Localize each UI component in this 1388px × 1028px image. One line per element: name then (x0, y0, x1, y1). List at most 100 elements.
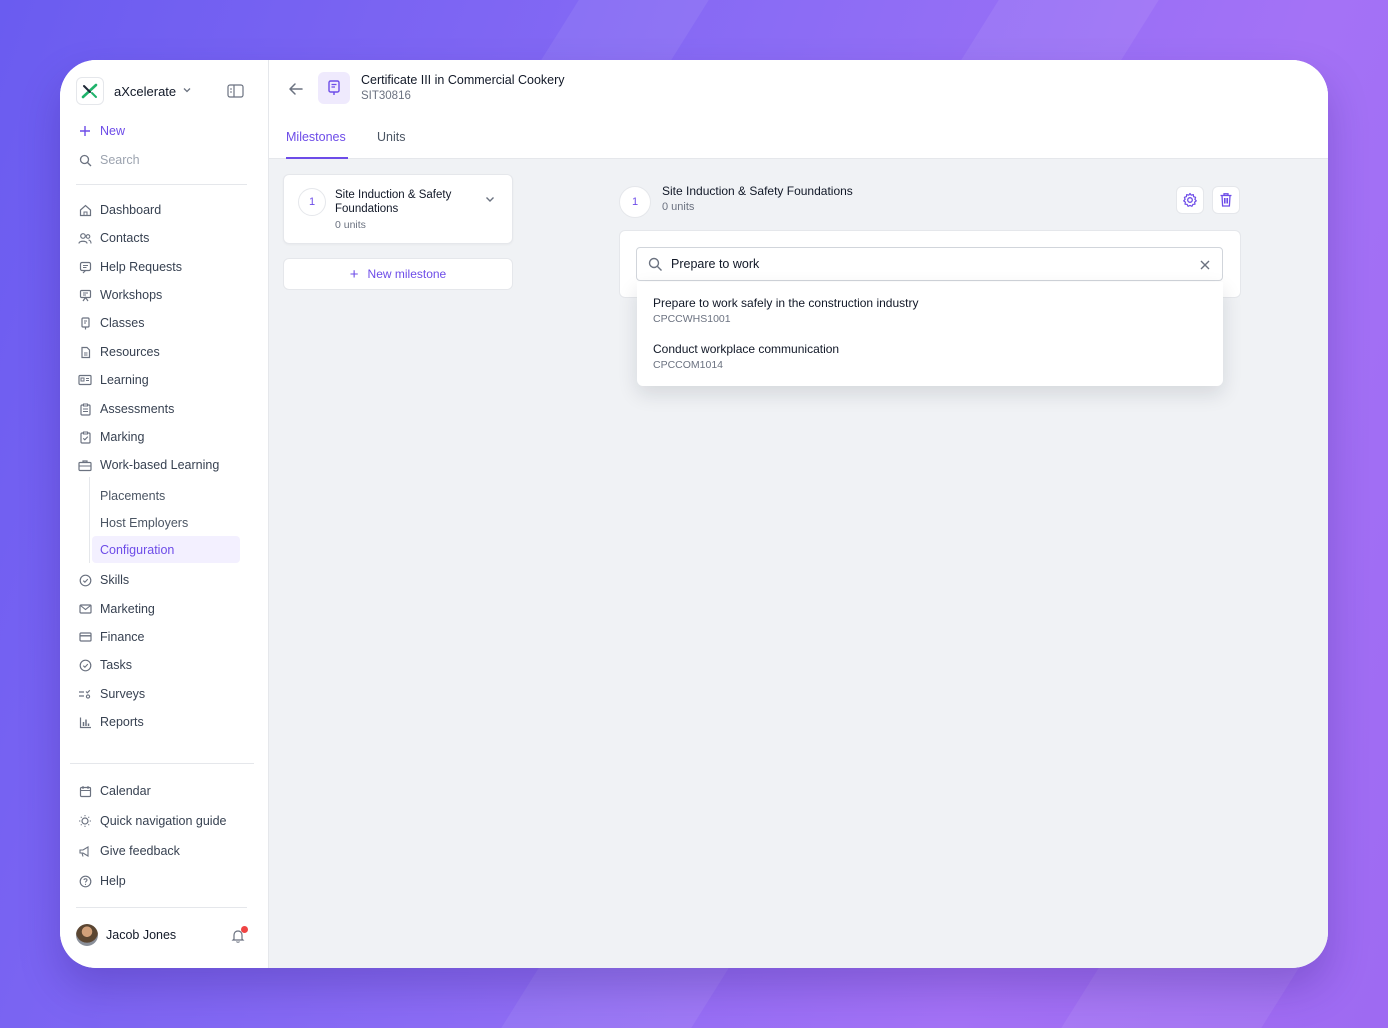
milestone-title: Site Induction & Safety Foundations (335, 189, 452, 215)
megaphone-icon (78, 844, 92, 858)
search-result-title: Conduct workplace communication (653, 342, 840, 356)
sidebar-item-label: Dashboard (100, 203, 162, 217)
learning-icon (78, 373, 92, 387)
sidebar-item-reports[interactable]: Reports (78, 712, 144, 732)
new-milestone-button[interactable]: + New milestone (283, 258, 513, 290)
sidebar-item-give-feedback[interactable]: Give feedback (78, 841, 180, 861)
tab-milestones[interactable]: Milestones (286, 130, 346, 144)
background-stripe (1061, 968, 1299, 1028)
unit-search-input[interactable] (671, 254, 1191, 274)
sidebar-subitem-configuration[interactable]: Configuration (92, 536, 240, 563)
background-stripe (541, 0, 709, 60)
app-window: aXcelerate New Search Dashboard Contacts (60, 60, 1328, 968)
divider (76, 907, 247, 908)
sidebar-subitem-host-employers[interactable]: Host Employers (100, 513, 188, 533)
check-circle-icon (78, 658, 92, 672)
back-arrow-icon[interactable] (287, 80, 305, 98)
sidebar-item-label: Contacts (100, 231, 150, 245)
search-result-item[interactable]: Conduct workplace communication CPCCOM10… (653, 342, 839, 371)
sidebar-item-label: Tasks (100, 658, 132, 672)
clipboard-icon (78, 402, 92, 416)
trash-icon (1220, 193, 1232, 207)
tab-units[interactable]: Units (377, 130, 405, 144)
divider (70, 763, 254, 764)
sidebar-item-label: Calendar (100, 784, 151, 798)
detail-milestone-units: 0 units (662, 201, 695, 213)
sidebar-item-assessments[interactable]: Assessments (78, 399, 174, 419)
workspace-name: aXcelerate (114, 83, 177, 99)
avatar (76, 924, 98, 946)
sidebar-item-finance[interactable]: Finance (78, 627, 144, 647)
search-result-item[interactable]: Prepare to work safely in the constructi… (653, 296, 918, 325)
unit-search-field[interactable] (636, 247, 1223, 281)
document-icon (78, 345, 92, 359)
sidebar-item-label: Quick navigation guide (100, 814, 227, 828)
sidebar-item-label: Marking (100, 430, 145, 444)
sidebar-item-classes[interactable]: Classes (78, 313, 144, 333)
plus-icon: + (349, 265, 359, 283)
main-content: Certificate III in Commercial Cookery SI… (269, 60, 1328, 968)
sidebar-item-label: Surveys (100, 687, 146, 701)
sidebar-item-work-based-learning[interactable]: Work-based Learning (78, 455, 219, 475)
sidebar: aXcelerate New Search Dashboard Contacts (60, 60, 269, 968)
delete-button[interactable] (1212, 186, 1240, 214)
sidebar-item-help-requests[interactable]: Help Requests (78, 257, 182, 277)
sidebar-item-label: Marketing (100, 602, 155, 616)
calendar-icon (78, 784, 92, 798)
classes-icon (78, 316, 92, 330)
sidebar-item-help[interactable]: Help (78, 871, 126, 891)
sidebar-item-learning[interactable]: Learning (78, 370, 149, 390)
sidebar-item-quick-navigation-guide[interactable]: Quick navigation guide (78, 811, 226, 831)
workspace-switcher[interactable]: aXcelerate (76, 77, 192, 105)
sidebar-item-surveys[interactable]: Surveys (78, 684, 145, 704)
sidebar-item-tasks[interactable]: Tasks (78, 655, 132, 675)
sidebar-item-workshops[interactable]: Workshops (78, 285, 162, 305)
page-title: Certificate III in Commercial Cookery (361, 73, 565, 87)
course-code: SIT30816 (361, 90, 411, 102)
sidebar-item-label: Help Requests (100, 260, 182, 274)
new-button[interactable]: New (78, 121, 125, 141)
sidebar-item-dashboard[interactable]: Dashboard (78, 200, 161, 220)
sidebar-item-label: Skills (100, 573, 130, 587)
user-menu[interactable]: Jacob Jones (76, 924, 176, 946)
sidebar-item-label: Classes (100, 316, 145, 330)
sidebar-subitem-placements[interactable]: Placements (100, 486, 165, 506)
settings-button[interactable] (1176, 186, 1204, 214)
sidebar-search[interactable]: Search (78, 150, 140, 170)
notification-dot (241, 926, 248, 933)
search-results-dropdown: Prepare to work safely in the constructi… (637, 282, 1223, 386)
chevron-down-icon[interactable] (484, 192, 496, 210)
badge-check-icon (78, 573, 92, 587)
bar-chart-icon (78, 715, 92, 729)
sidebar-collapse-icon[interactable] (227, 84, 244, 98)
question-icon (78, 874, 92, 888)
home-icon (78, 203, 92, 217)
mail-icon (78, 602, 92, 616)
marking-icon (78, 430, 92, 444)
new-milestone-label: New milestone (367, 267, 447, 281)
close-icon[interactable] (1199, 258, 1211, 276)
submenu-guide-line (89, 477, 90, 563)
sidebar-item-label: Assessments (100, 402, 175, 416)
sidebar-item-resources[interactable]: Resources (78, 342, 160, 362)
search-result-code: CPCCWHS1001 (653, 313, 731, 325)
sidebar-item-calendar[interactable]: Calendar (78, 781, 151, 801)
sidebar-item-marketing[interactable]: Marketing (78, 599, 155, 619)
sidebar-item-label: Finance (100, 630, 145, 644)
plus-icon (78, 124, 92, 138)
sidebar-item-label: Help (100, 874, 126, 888)
sidebar-item-label: Learning (100, 373, 149, 387)
milestone-number: 1 (298, 188, 326, 216)
new-label: New (100, 124, 126, 138)
help-requests-icon (78, 260, 92, 274)
sidebar-item-contacts[interactable]: Contacts (78, 228, 149, 248)
users-icon (78, 231, 92, 245)
sidebar-item-marking[interactable]: Marking (78, 427, 144, 447)
milestone-card[interactable]: 1 Site Induction & Safety Foundations 0 … (283, 174, 513, 244)
search-result-code: CPCCOM1014 (653, 359, 724, 371)
detail-milestone-title: Site Induction & Safety Foundations (662, 184, 853, 198)
search-result-title: Prepare to work safely in the constructi… (653, 296, 919, 310)
sidebar-item-skills[interactable]: Skills (78, 570, 129, 590)
course-icon (318, 72, 350, 104)
sidebar-item-label: Workshops (100, 288, 163, 302)
